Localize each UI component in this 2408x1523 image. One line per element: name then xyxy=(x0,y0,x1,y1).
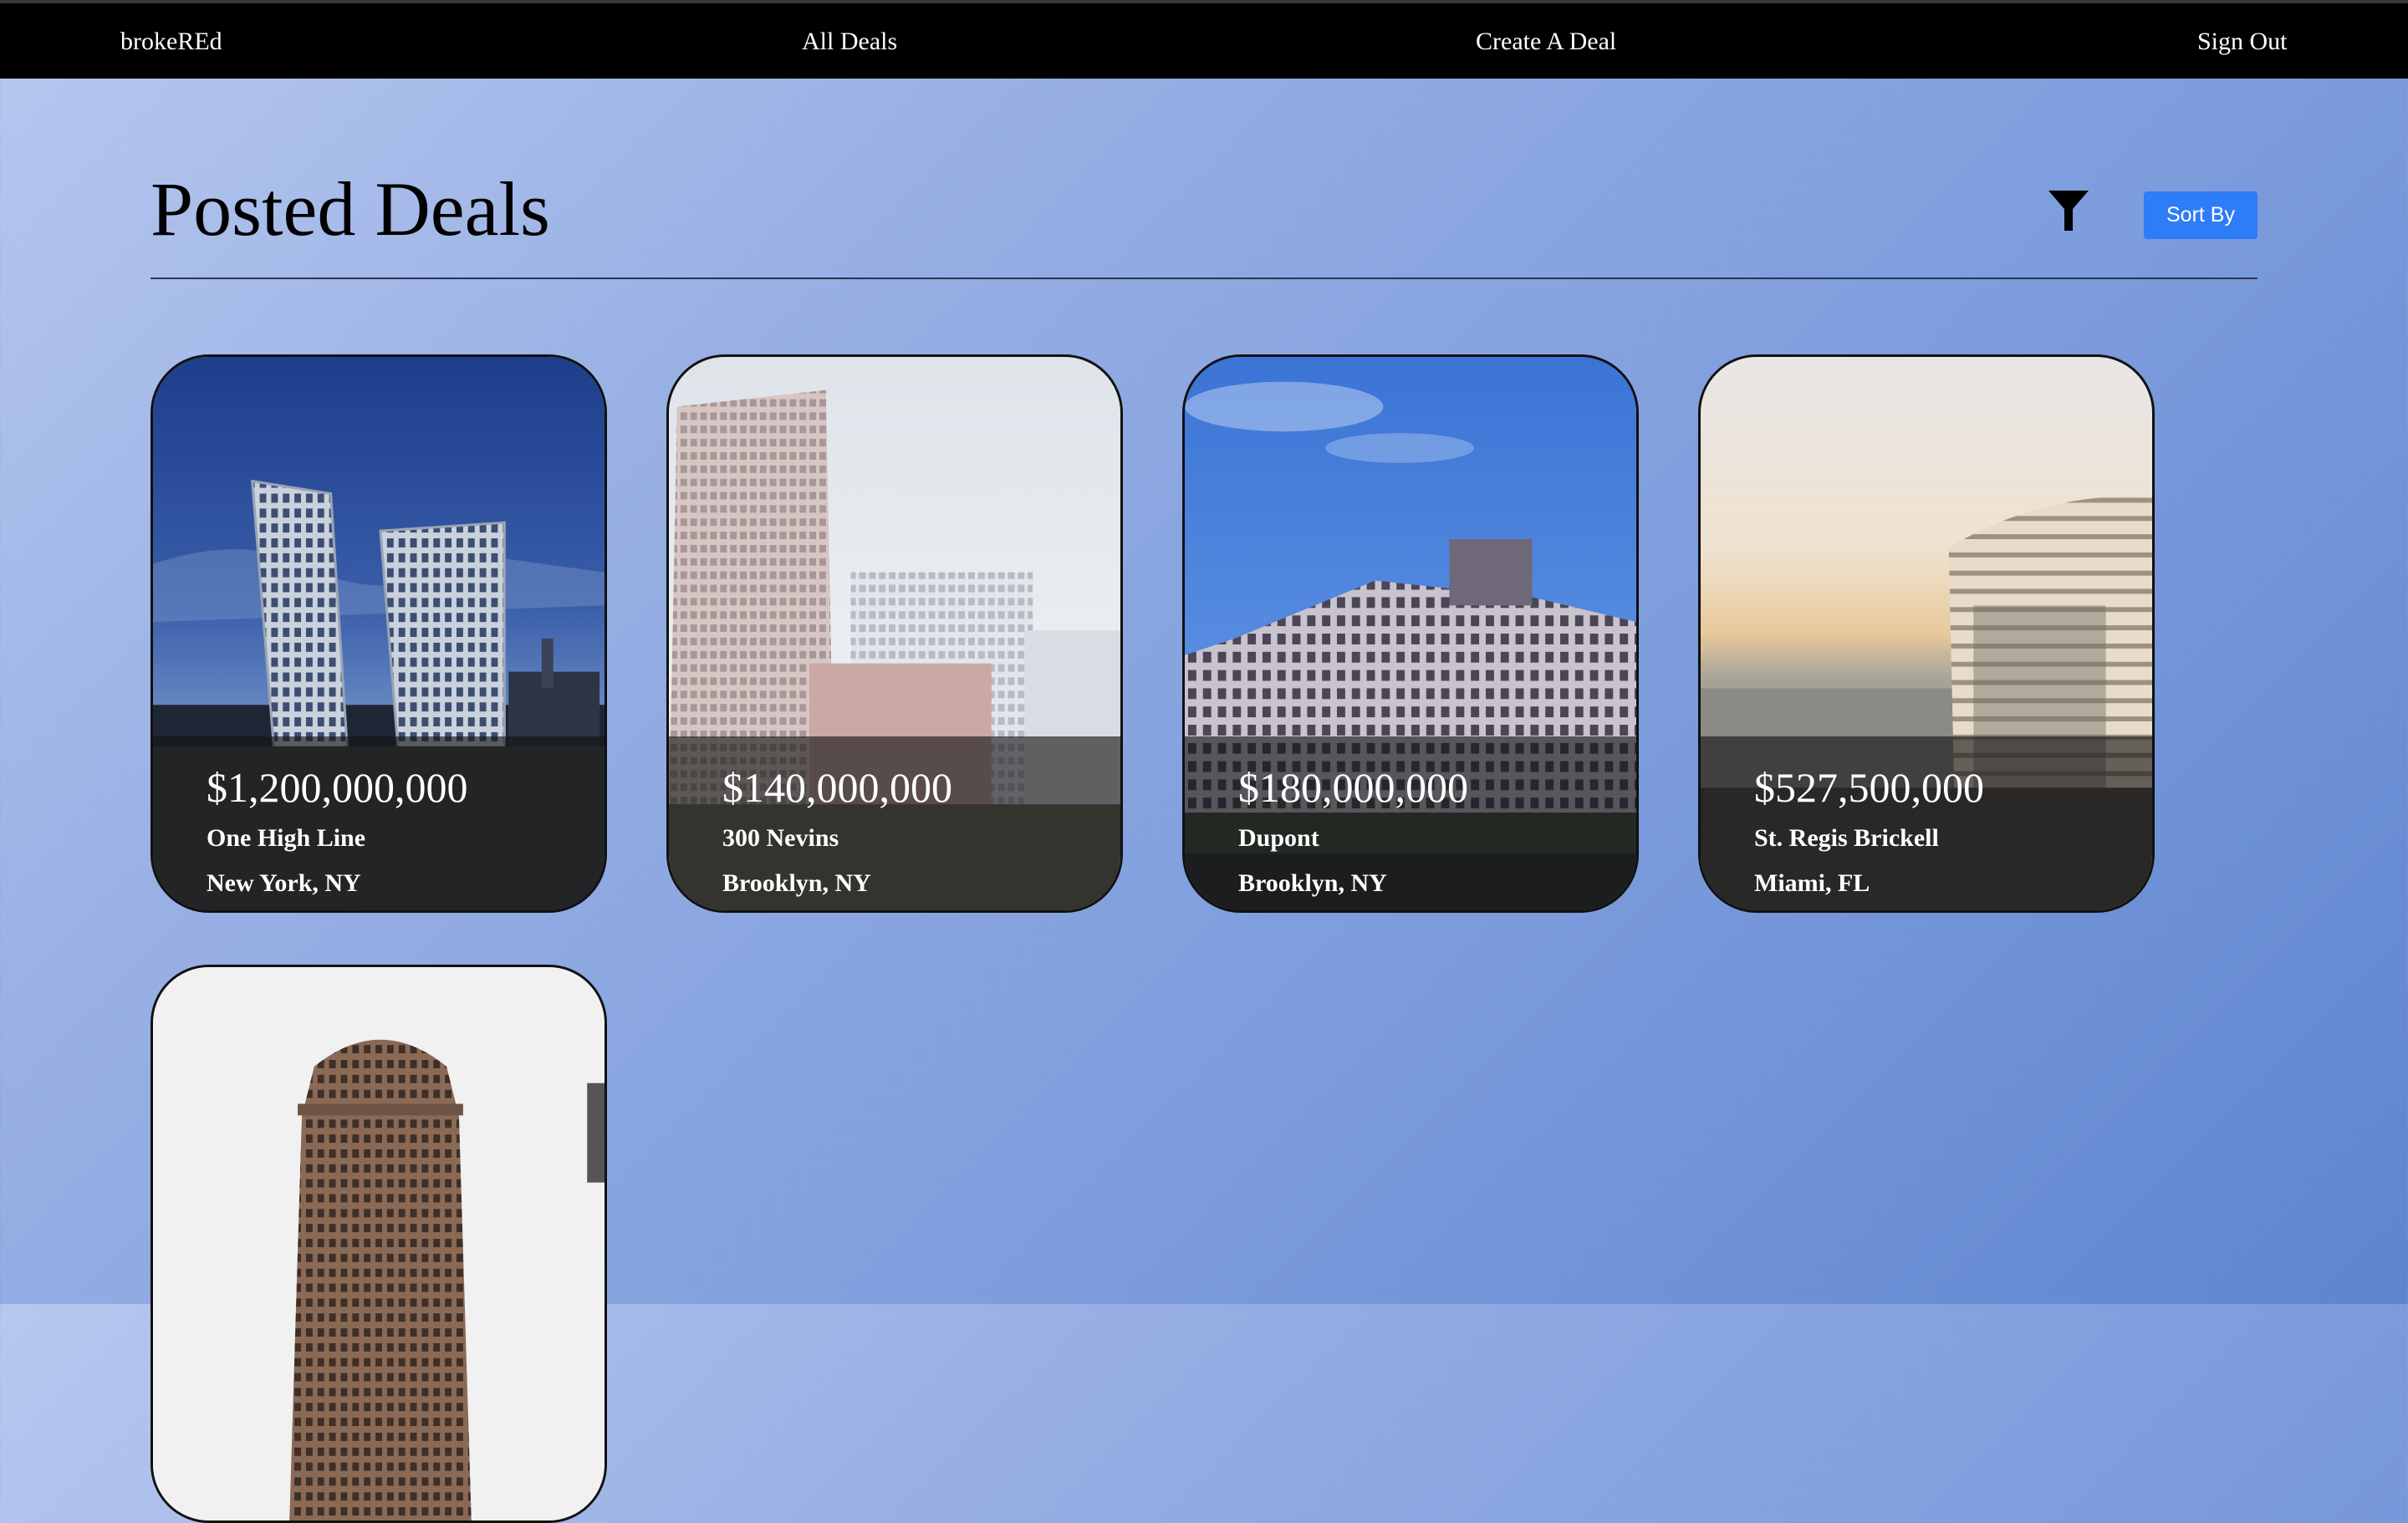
deal-location: Brooklyn, NY xyxy=(722,869,871,897)
deal-card-flatiron[interactable] xyxy=(150,965,607,1523)
top-nav-bar: brokeREd All Deals Create A Deal Sign Ou… xyxy=(0,0,2408,79)
deal-price: $527,500,000 xyxy=(1754,764,1984,811)
deal-location: Miami, FL xyxy=(1754,869,1870,897)
sort-by-button[interactable]: Sort By xyxy=(2144,191,2258,239)
deal-name: Dupont xyxy=(1238,824,1319,852)
deal-name: One High Line xyxy=(207,824,366,852)
deal-card-dupont[interactable]: $180,000,000 Dupont Brooklyn, NY xyxy=(1182,354,1639,913)
deal-name: St. Regis Brickell xyxy=(1754,824,1939,852)
nav-sign-out[interactable]: Sign Out xyxy=(2197,25,2288,59)
nav-create-deal[interactable]: Create A Deal xyxy=(1476,25,1616,59)
deal-price: $1,200,000,000 xyxy=(207,764,468,811)
brand-logo-link[interactable]: brokeREd xyxy=(120,25,222,59)
nav-all-deals[interactable]: All Deals xyxy=(802,25,897,59)
deal-location: Brooklyn, NY xyxy=(1238,869,1387,897)
funnel-icon[interactable] xyxy=(2047,189,2090,232)
deal-name: 300 Nevins xyxy=(722,824,839,852)
deal-location: New York, NY xyxy=(207,869,361,897)
header-divider xyxy=(150,278,2258,279)
deal-card-300-nevins[interactable]: $140,000,000 300 Nevins Brooklyn, NY xyxy=(666,354,1123,913)
deal-card-one-high-line[interactable]: $1,200,000,000 One High Line New York, N… xyxy=(150,354,607,913)
deal-card-st-regis-brickell[interactable]: $527,500,000 St. Regis Brickell Miami, F… xyxy=(1698,354,2155,913)
page-title: Posted Deals xyxy=(150,166,550,252)
deal-card-image xyxy=(153,967,605,1520)
deal-price: $140,000,000 xyxy=(722,764,952,811)
deal-price: $180,000,000 xyxy=(1238,764,1468,811)
